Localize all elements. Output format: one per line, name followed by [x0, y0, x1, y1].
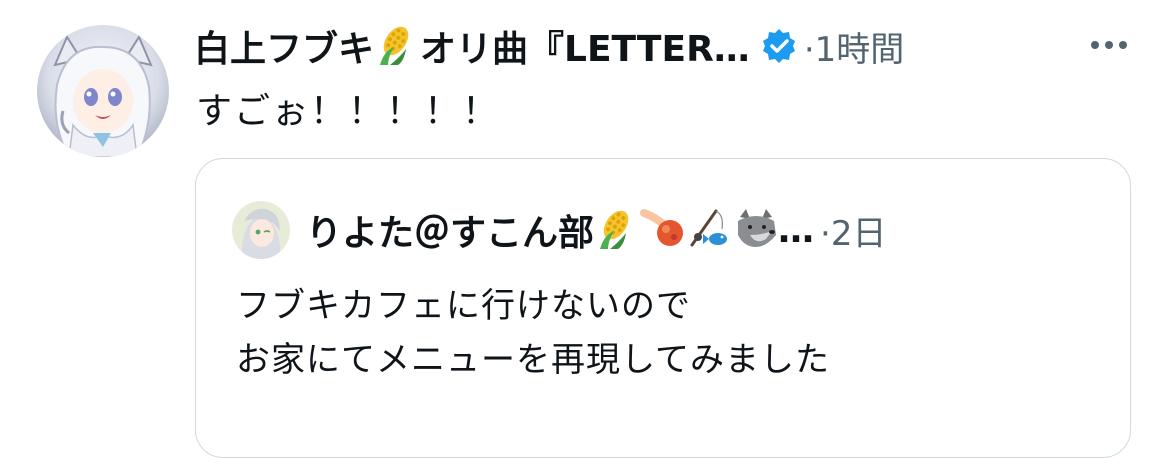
quoted-author-display-name[interactable]: りよた＠すこん部 [306, 204, 594, 256]
quoted-tweet-header: りよた＠すこん部 … ·2日 [306, 204, 886, 256]
quoted-author-name-ellipsis: … [778, 209, 815, 251]
corn-icon [374, 21, 420, 71]
quoted-text-line: フブキカフェに行けないので [236, 286, 691, 326]
verified-badge-icon [760, 27, 798, 65]
quoted-author-avatar[interactable] [232, 201, 290, 259]
comet-icon [640, 205, 686, 255]
quoted-tweet-card[interactable]: りよた＠すこん部 … ·2日 フブキカフェに行けないので お家にてメニューを再現… [195, 158, 1131, 458]
tweet-timestamp[interactable]: ·1時間 [804, 22, 904, 71]
author-avatar[interactable] [37, 25, 169, 157]
author-name-suffix[interactable]: オリ曲『LETTER… [420, 20, 750, 72]
fishing-pole-icon [686, 205, 732, 255]
author-display-name[interactable]: 白上フブキ [194, 20, 374, 72]
tweet-header: 白上フブキ オリ曲『LETTER… ·1時間 [194, 20, 904, 72]
wolf-icon [732, 205, 778, 255]
tweet-text: すごぉ！！！！！ [196, 91, 501, 132]
quoted-tweet-timestamp[interactable]: ·2日 [820, 206, 886, 255]
corn-icon [594, 205, 640, 255]
quoted-tweet-text: フブキカフェに行けないので お家にてメニューを再現してみました [236, 279, 830, 387]
more-options-icon[interactable] [1085, 30, 1133, 60]
quoted-text-line: お家にてメニューを再現してみました [236, 340, 830, 380]
